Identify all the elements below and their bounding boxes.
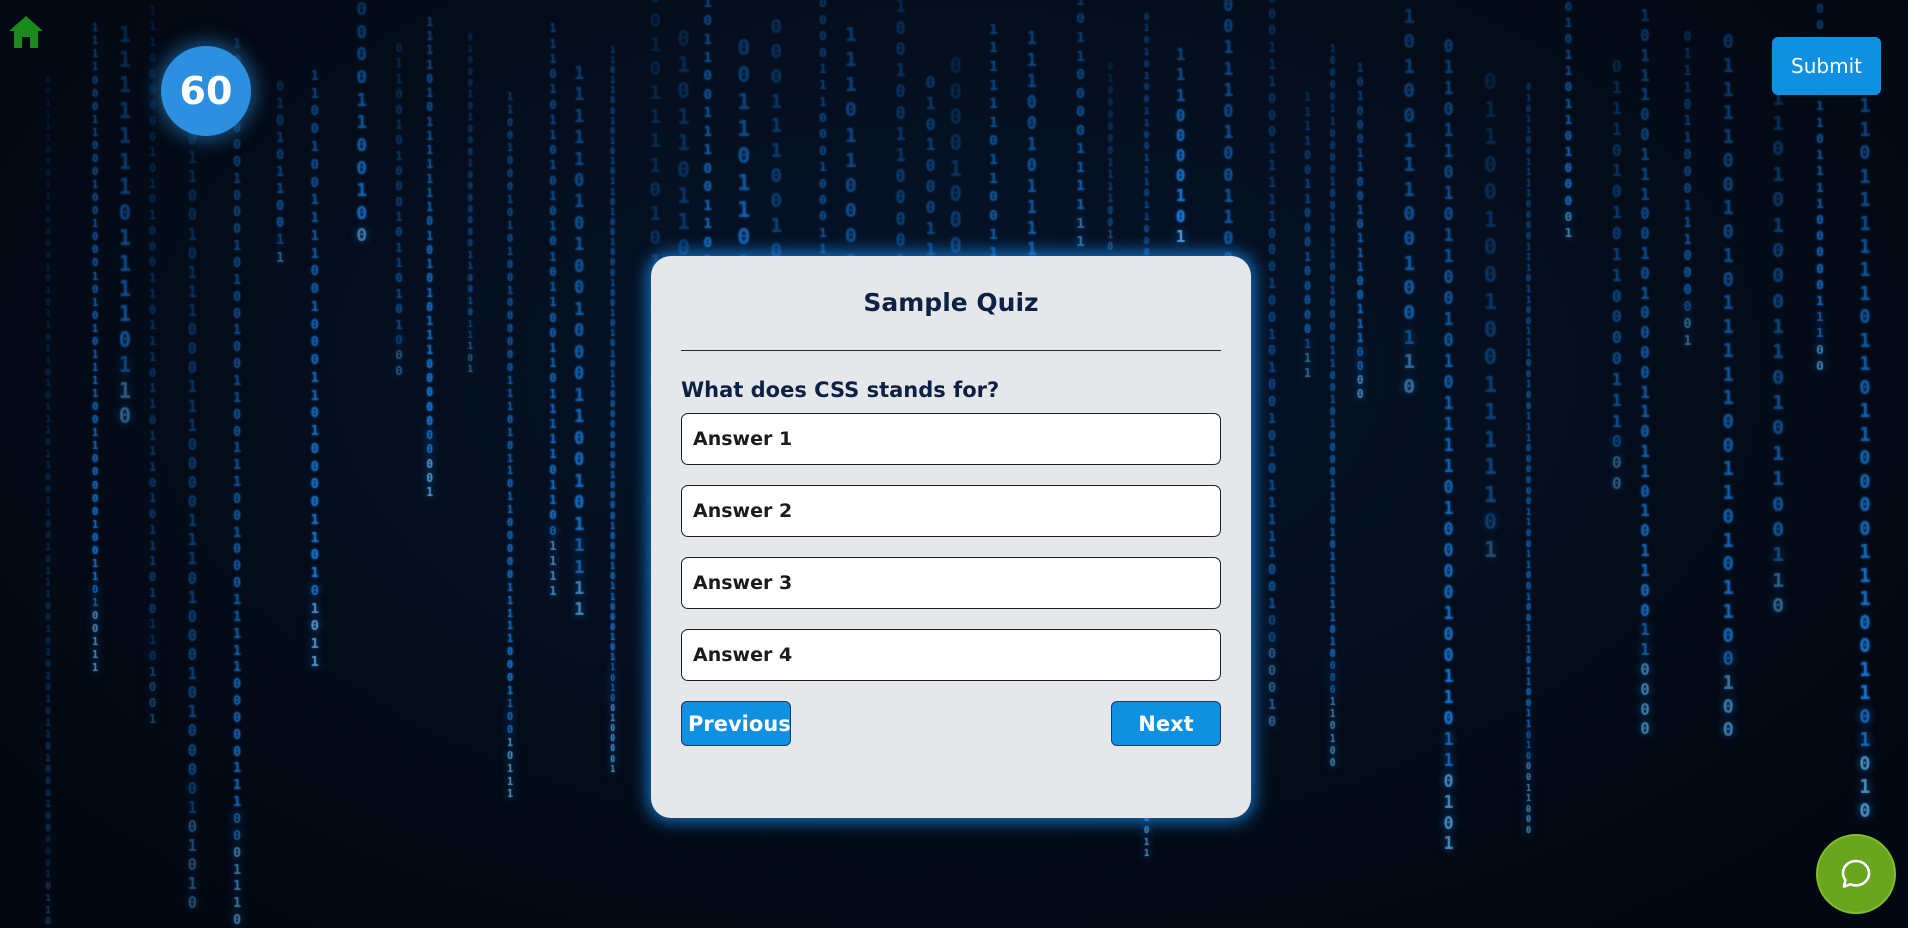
question-navigation: Previous Next	[681, 701, 1221, 747]
previous-button[interactable]: Previous	[681, 701, 791, 746]
quiz-card: Sample Quiz What does CSS stands for? An…	[651, 256, 1251, 818]
answer-list: Answer 1 Answer 2 Answer 3 Answer 4	[681, 413, 1221, 681]
home-icon	[9, 16, 43, 48]
next-button[interactable]: Next	[1111, 701, 1221, 746]
divider	[681, 350, 1221, 351]
chat-bubble-icon	[1841, 859, 1871, 888]
submit-button[interactable]: Submit	[1772, 37, 1881, 95]
question-text: What does CSS stands for?	[681, 378, 1000, 402]
answer-option-2[interactable]: Answer 2	[681, 485, 1221, 537]
quiz-title: Sample Quiz	[863, 288, 1039, 317]
answer-option-4[interactable]: Answer 4	[681, 629, 1221, 681]
countdown-timer: 60	[161, 46, 251, 136]
home-button[interactable]	[6, 12, 46, 52]
answer-option-1[interactable]: Answer 1	[681, 413, 1221, 465]
quiz-page: 60 Submit Sample Quiz What does CSS stan…	[0, 0, 1908, 928]
chat-button[interactable]	[1816, 834, 1896, 914]
answer-option-3[interactable]: Answer 3	[681, 557, 1221, 609]
